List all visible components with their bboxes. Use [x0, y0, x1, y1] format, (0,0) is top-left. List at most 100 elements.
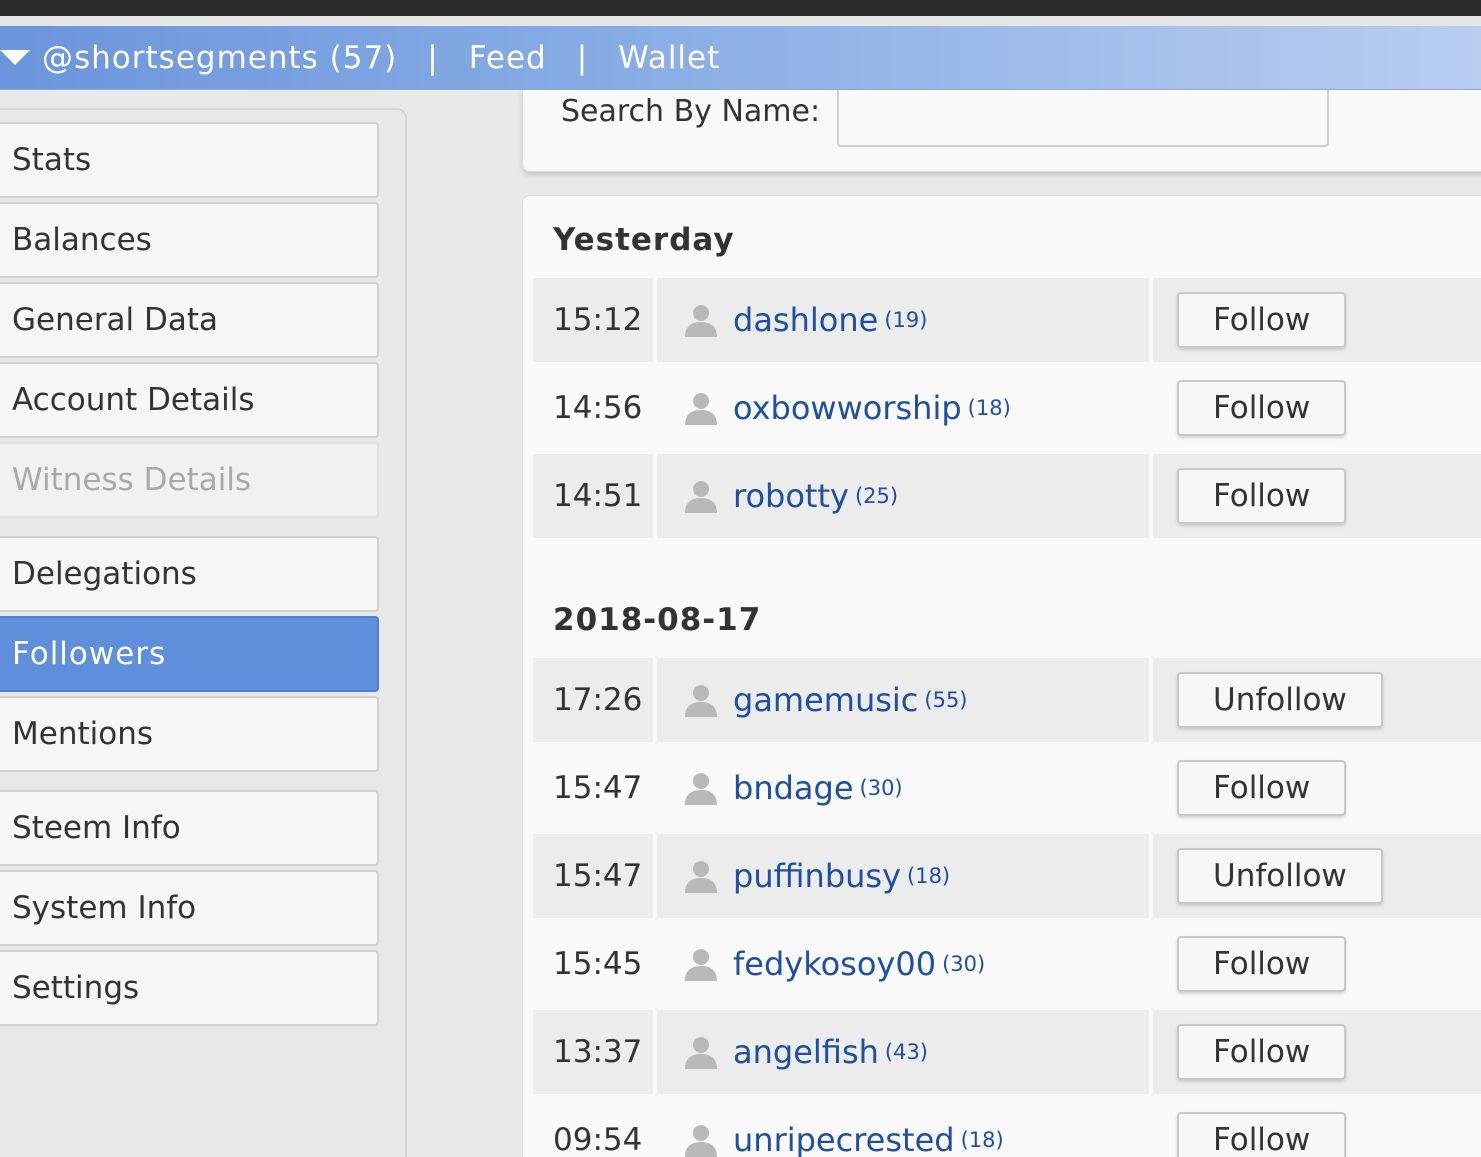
reputation: (18) — [967, 396, 1011, 420]
feed-link[interactable]: Feed — [469, 40, 547, 76]
table-row: 13:37 angelfish (43) Follow — [533, 1010, 1481, 1094]
search-label: Search By Name: — [561, 94, 821, 129]
follow-button[interactable]: Follow — [1177, 1112, 1347, 1157]
follow-button[interactable]: Follow — [1177, 1024, 1347, 1080]
reputation: (55) — [924, 688, 968, 712]
row-user: gamemusic (55) — [657, 658, 1149, 742]
day-heading: Yesterday — [553, 222, 735, 258]
reputation: (30) — [942, 952, 986, 976]
row-action: Follow — [1153, 746, 1481, 830]
reputation: (30) — [859, 776, 903, 800]
sidebar-item-stats[interactable]: Stats — [0, 122, 379, 198]
row-user: unripecrested (18) — [657, 1098, 1149, 1157]
sidebar-item-settings[interactable]: Settings — [0, 950, 379, 1026]
row-user: oxbowworship (18) — [657, 366, 1149, 450]
sidebar-item-system-info[interactable]: System Info — [0, 870, 379, 946]
username-link[interactable]: gamemusic — [733, 681, 918, 719]
sidebar-item-delegations[interactable]: Delegations — [0, 536, 379, 612]
username-link[interactable]: angelfish — [733, 1033, 879, 1071]
sidebar-item-label: Mentions — [12, 716, 153, 752]
row-user: fedykosoy00 (30) — [657, 922, 1149, 1006]
row-user: puffinbusy (18) — [657, 834, 1149, 918]
row-action: Follow — [1153, 922, 1481, 1006]
row-time: 15:47 — [533, 746, 653, 830]
follow-button[interactable]: Follow — [1177, 380, 1347, 436]
wallet-link[interactable]: Wallet — [618, 40, 720, 76]
username-link[interactable]: unripecrested — [733, 1121, 955, 1157]
username-link[interactable]: puffinbusy — [733, 857, 901, 895]
sidebar-item-mentions[interactable]: Mentions — [0, 696, 379, 772]
person-icon — [685, 305, 717, 337]
person-icon — [685, 773, 717, 805]
row-time: 15:47 — [533, 834, 653, 918]
header-separator: | — [427, 39, 439, 76]
window-top-bar — [0, 0, 1481, 16]
account-link[interactable]: @shortsegments (57) — [42, 40, 397, 76]
sidebar: Stats Balances General Data Account Deta… — [0, 108, 407, 1157]
unfollow-button[interactable]: Unfollow — [1177, 848, 1383, 904]
row-action: Follow — [1153, 454, 1481, 538]
row-time: 15:45 — [533, 922, 653, 1006]
username-link[interactable]: bndage — [733, 769, 854, 807]
username-link[interactable]: dashlone — [733, 301, 878, 339]
row-user: dashlone (19) — [657, 278, 1149, 362]
sidebar-item-label: Balances — [12, 222, 152, 258]
sidebar-item-account-details[interactable]: Account Details — [0, 362, 379, 438]
table-row: 15:12 dashlone (19) Follow — [533, 278, 1481, 362]
sidebar-item-label: Delegations — [12, 556, 197, 592]
row-action: Follow — [1153, 366, 1481, 450]
row-user: angelfish (43) — [657, 1010, 1149, 1094]
row-time: 13:37 — [533, 1010, 653, 1094]
sidebar-item-label: Steem Info — [12, 810, 181, 846]
sidebar-item-followers[interactable]: Followers — [0, 616, 379, 692]
sidebar-item-general-data[interactable]: General Data — [0, 282, 379, 358]
username-link[interactable]: robotty — [733, 477, 849, 515]
row-action: Unfollow — [1153, 834, 1481, 918]
follow-button[interactable]: Follow — [1177, 936, 1347, 992]
row-time: 17:26 — [533, 658, 653, 742]
username-link[interactable]: oxbowworship — [733, 389, 962, 427]
reputation: (18) — [960, 1128, 1004, 1152]
table-row: 14:51 robotty (25) Follow — [533, 454, 1481, 538]
sidebar-item-label: Settings — [12, 970, 140, 1006]
header-separator: | — [576, 39, 589, 76]
person-icon — [685, 1037, 717, 1069]
row-time: 14:51 — [533, 454, 653, 538]
follow-button[interactable]: Follow — [1177, 760, 1347, 816]
follow-button[interactable]: Follow — [1177, 468, 1347, 524]
person-icon — [685, 393, 717, 425]
sidebar-item-steem-info[interactable]: Steem Info — [0, 790, 379, 866]
sidebar-item-label: Stats — [12, 142, 92, 178]
row-user: robotty (25) — [657, 454, 1149, 538]
sidebar-item-label: Witness Details — [12, 462, 252, 498]
sidebar-item-label: General Data — [12, 302, 219, 338]
search-input[interactable] — [837, 90, 1329, 147]
row-time: 15:12 — [533, 278, 653, 362]
day-heading: 2018-08-17 — [553, 602, 762, 638]
account-header: @shortsegments (57) | Feed | Wallet — [0, 26, 1481, 90]
reputation: (19) — [884, 308, 928, 332]
followers-panel: Yesterday 15:12 dashlone (19) Follow 14:5… — [522, 195, 1481, 1157]
dropdown-triangle-icon[interactable] — [0, 50, 30, 65]
row-action: Follow — [1153, 278, 1481, 362]
reputation: (18) — [907, 864, 951, 888]
person-icon — [685, 949, 717, 981]
sidebar-item-balances[interactable]: Balances — [0, 202, 379, 278]
table-row: 15:45 fedykosoy00 (30) Follow — [533, 922, 1481, 1006]
table-row: 17:26 gamemusic (55) Unfollow — [533, 658, 1481, 742]
reputation: (43) — [884, 1040, 928, 1064]
username-link[interactable]: fedykosoy00 — [733, 945, 936, 983]
unfollow-button[interactable]: Unfollow — [1177, 672, 1383, 728]
row-user: bndage (30) — [657, 746, 1149, 830]
follow-button[interactable]: Follow — [1177, 292, 1347, 348]
window-top-gap — [0, 16, 1481, 26]
sidebar-item-label: Account Details — [12, 382, 255, 418]
table-row: 14:56 oxbowworship (18) Follow — [533, 366, 1481, 450]
sidebar-item-witness-details: Witness Details — [0, 442, 379, 518]
person-icon — [685, 861, 717, 893]
table-row: 15:47 puffinbusy (18) Unfollow — [533, 834, 1481, 918]
table-row: 09:54 unripecrested (18) Follow — [533, 1098, 1481, 1157]
person-icon — [685, 481, 717, 513]
sidebar-item-label: Followers — [12, 636, 167, 672]
row-action: Follow — [1153, 1010, 1481, 1094]
